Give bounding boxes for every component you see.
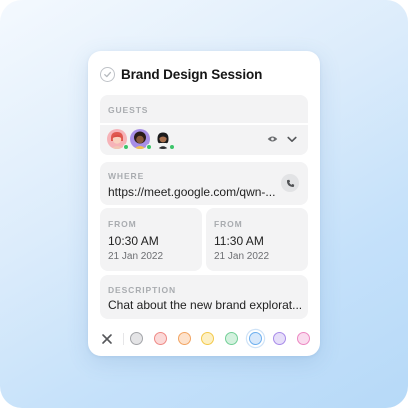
description-panel[interactable]: DESCRIPTION Chat about the new brand exp… [100,275,308,319]
online-status-dot [146,144,152,150]
start-time: 10:30 AM [108,234,159,248]
title-row: Brand Design Session [100,65,262,83]
online-status-dot [169,144,175,150]
color-swatch-blue[interactable] [249,332,262,345]
guest-avatar-2[interactable] [130,129,152,150]
description-label: DESCRIPTION [108,285,176,295]
color-swatch-gray[interactable] [130,332,143,345]
start-date: 21 Jan 2022 [108,251,164,262]
where-label: WHERE [108,171,145,181]
end-time-panel[interactable]: FROM 11:30 AM 21 Jan 2022 [206,208,308,271]
end-date: 21 Jan 2022 [214,251,270,262]
check-circle-icon[interactable] [100,66,115,82]
end-label: FROM [214,219,243,229]
end-time: 11:30 AM [214,234,264,248]
color-swatch-purple[interactable] [272,332,286,345]
color-swatch-pink[interactable] [296,332,310,345]
where-panel[interactable]: WHERE https://meet.google.com/qwn-... [100,162,308,205]
guest-avatar-3[interactable] [153,129,175,150]
guest-avatar-1[interactable] [107,129,129,150]
divider [123,333,124,345]
description-text: Chat about the new brand explorat... [108,298,303,312]
color-swatch-red[interactable] [153,332,167,345]
online-status-dot [123,144,129,150]
eye-icon[interactable] [266,134,278,144]
guests-panel: GUESTS [100,95,308,155]
color-picker [100,331,310,347]
start-label: FROM [108,219,137,229]
event-title: Brand Design Session [121,66,263,82]
divider [100,123,308,125]
color-swatch-yellow[interactable] [201,332,215,345]
close-icon[interactable] [100,332,114,346]
chevron-down-icon[interactable] [286,134,298,144]
event-card: Brand Design Session GUESTS WHERE https:… [88,51,320,356]
start-time-panel[interactable]: FROM 10:30 AM 21 Jan 2022 [100,208,202,271]
color-swatch-orange[interactable] [177,332,191,345]
color-swatch-green[interactable] [225,332,239,345]
phone-icon[interactable] [281,174,299,192]
guests-label: GUESTS [108,105,149,115]
meeting-link[interactable]: https://meet.google.com/qwn-... [108,185,275,199]
